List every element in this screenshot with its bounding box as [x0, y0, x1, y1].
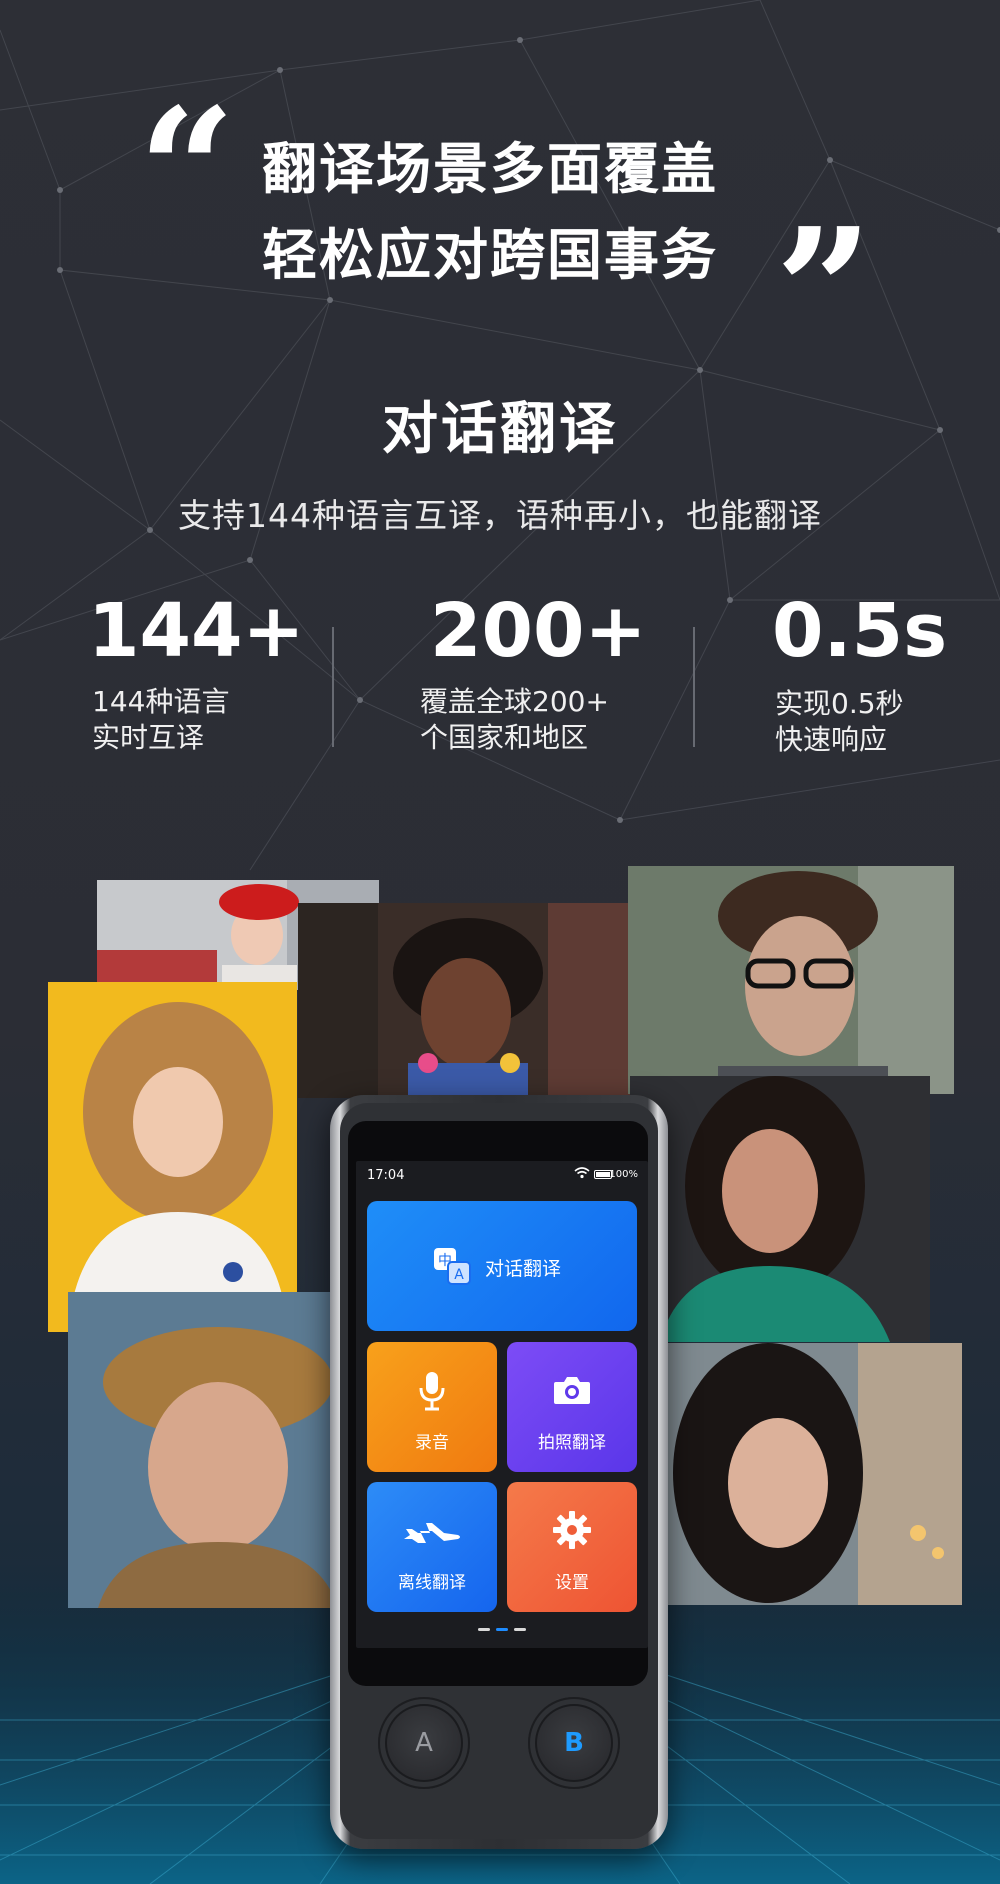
hardware-button-b[interactable]: B [528, 1697, 620, 1789]
tile-record-label: 录音 [415, 1433, 449, 1453]
device-screen: 17:04 100% 中 A 对话翻译 录音 拍照翻译 离线翻译 设置 [356, 1161, 648, 1648]
stat-divider [693, 627, 695, 747]
battery-percentage: 100% [609, 1169, 638, 1180]
headline-line-2: 轻松应对跨国事务 [262, 223, 719, 287]
tile-offline-translate[interactable]: 离线翻译 [367, 1482, 497, 1612]
translate-icon-top-glyph: 中 [438, 1253, 452, 1269]
wifi-icon [574, 1167, 590, 1179]
translate-icon: 中 A [434, 1248, 471, 1285]
stat-desc-line: 快速响应 [775, 723, 888, 756]
section-subtitle: 支持144种语言互译，语种再小，也能翻译 [178, 496, 822, 535]
stat-value-countries: 200+ [430, 588, 647, 674]
stat-desc-line: 覆盖全球200+ [420, 685, 609, 718]
stat-desc-line: 实时互译 [92, 721, 205, 754]
photo-woman-dark-hair [628, 1343, 962, 1605]
tile-record[interactable]: 录音 [367, 1342, 497, 1472]
page-indicator-dot [478, 1628, 490, 1631]
airplane-icon [404, 1523, 460, 1543]
tile-photo-translate[interactable]: 拍照翻译 [507, 1342, 637, 1472]
section-title: 对话翻译 [382, 397, 618, 462]
photo-man-bucket-hat [68, 1292, 338, 1608]
page-indicator-dot-active [496, 1628, 508, 1631]
stat-value-speed: 0.5s [772, 588, 948, 674]
button-b-label: B [564, 1728, 584, 1758]
open-quote-mark: “ [138, 71, 236, 271]
hardware-button-a[interactable]: A [378, 1697, 470, 1789]
stat-desc-line: 个国家和地区 [420, 721, 589, 754]
page-indicator-dot [514, 1628, 526, 1631]
headline-line-1: 翻译场景多面覆盖 [262, 137, 719, 201]
tile-dialog-label: 对话翻译 [485, 1258, 562, 1280]
tile-settings[interactable]: 设置 [507, 1482, 637, 1612]
stat-divider [332, 627, 334, 747]
translate-icon-bottom-glyph: A [454, 1267, 464, 1283]
tile-settings-label: 设置 [555, 1573, 589, 1593]
tile-dialog-translate[interactable]: 中 A 对话翻译 [367, 1201, 637, 1331]
stat-value-languages: 144+ [88, 588, 305, 674]
promo-page: “ 翻译场景多面覆盖 轻松应对跨国事务 ” 对话翻译 支持144种语言互译，语种… [0, 0, 1000, 1884]
camera-icon [554, 1377, 590, 1404]
button-a-label: A [415, 1728, 433, 1758]
device-body: 17:04 100% 中 A 对话翻译 录音 拍照翻译 离线翻译 设置 A B [340, 1103, 658, 1839]
photo-woman-curly-hair [48, 982, 297, 1332]
status-time: 17:04 [367, 1168, 405, 1183]
stat-desc-line: 144种语言 [92, 685, 230, 718]
stat-desc-countries: 覆盖全球200+ 个国家和地区 [420, 684, 609, 756]
gear-icon [553, 1511, 591, 1549]
stat-desc-speed: 实现0.5秒 快速响应 [775, 686, 904, 758]
stat-desc-line: 实现0.5秒 [775, 687, 904, 720]
close-quote-mark: ” [775, 191, 873, 391]
translator-device: 17:04 100% 中 A 对话翻译 录音 拍照翻译 离线翻译 设置 A B [330, 1095, 668, 1849]
photo-woman-teal-dress [630, 1076, 930, 1342]
tile-offline-label: 离线翻译 [398, 1573, 466, 1593]
tile-photo-label: 拍照翻译 [538, 1433, 606, 1453]
microphone-icon [419, 1372, 445, 1411]
photo-woman-smiling-earrings [298, 903, 630, 1098]
stat-desc-languages: 144种语言 实时互译 [92, 684, 229, 756]
photo-man-glasses [628, 866, 954, 1094]
